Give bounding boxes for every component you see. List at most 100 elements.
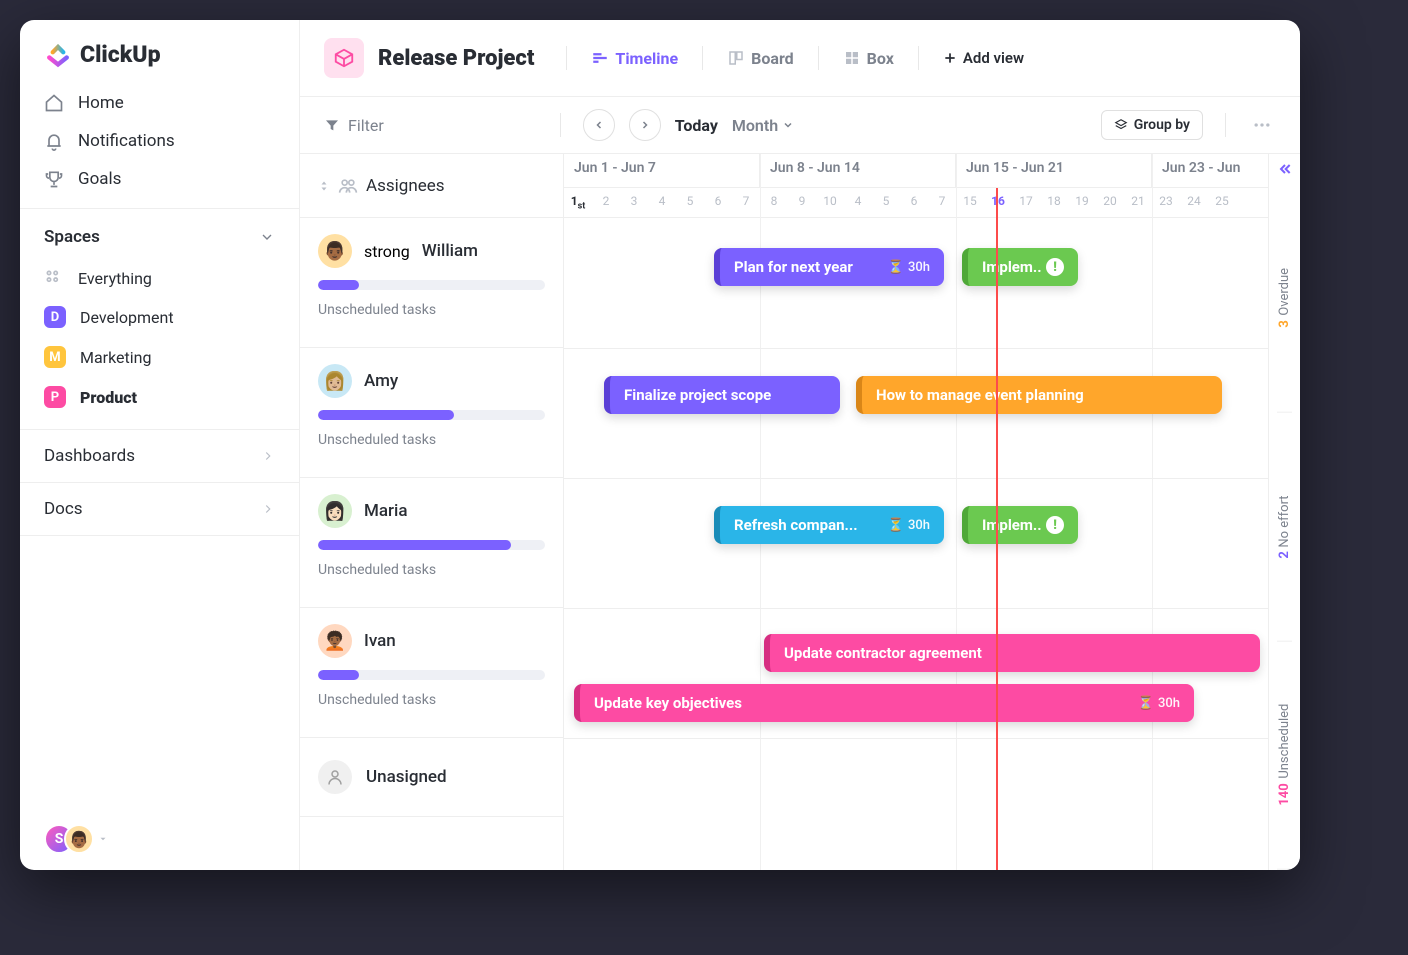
- unscheduled-link[interactable]: Unscheduled tasks: [318, 692, 545, 708]
- chevron-left-icon: [593, 119, 605, 131]
- today-button[interactable]: Today: [675, 116, 718, 135]
- task-bar[interactable]: Refresh compan... ⏳30h: [714, 506, 944, 544]
- sidebar-item-everything[interactable]: Everything: [20, 259, 299, 297]
- board-icon: [727, 49, 745, 67]
- unassigned-label: Unasigned: [366, 767, 447, 787]
- task-bar[interactable]: Implem.. !: [962, 506, 1078, 544]
- collapse-rail-button[interactable]: [1277, 154, 1293, 184]
- task-bar[interactable]: Update contractor agreement: [764, 634, 1260, 672]
- timeline-grid[interactable]: Jun 1 - Jun 7 Jun 8 - Jun 14 Jun 15 - Ju…: [564, 154, 1300, 870]
- sidebar-item-product[interactable]: P Product: [20, 377, 299, 417]
- day-cell: 8: [760, 188, 788, 217]
- sidebar-item-marketing[interactable]: M Marketing: [20, 337, 299, 377]
- chevron-down-icon: [259, 229, 275, 245]
- home-icon: [44, 93, 64, 113]
- task-bar[interactable]: Finalize project scope: [604, 376, 840, 414]
- ellipsis-icon: [1252, 115, 1272, 135]
- nav-goals-label: Goals: [78, 169, 121, 189]
- task-bar[interactable]: Implem.. !: [962, 248, 1078, 286]
- logo[interactable]: ClickUp: [20, 20, 299, 84]
- right-rail: 3 Overdue 2 No effort 140 Unscheduled: [1268, 154, 1300, 870]
- rail-overdue[interactable]: 3 Overdue: [1277, 184, 1292, 413]
- groupby-button[interactable]: Group by: [1101, 110, 1203, 140]
- task-bar[interactable]: How to manage event planning: [856, 376, 1222, 414]
- task-title: Update key objectives: [594, 694, 742, 712]
- filter-icon: [324, 117, 340, 133]
- assignee-name: Maria: [364, 501, 408, 521]
- assignees-column: Assignees 👨🏾 strongWilliam Unscheduled t…: [300, 154, 564, 870]
- view-box[interactable]: Box: [835, 49, 902, 68]
- next-button[interactable]: [629, 109, 661, 141]
- unscheduled-link[interactable]: Unscheduled tasks: [318, 302, 545, 318]
- assignee-row-maria[interactable]: 👩🏻 Maria Unscheduled tasks: [300, 478, 563, 608]
- everything-icon: [44, 268, 64, 288]
- space-badge-d: D: [44, 306, 66, 328]
- prev-button[interactable]: [583, 109, 615, 141]
- timeline-icon: [591, 49, 609, 67]
- month-selector[interactable]: Month: [732, 116, 794, 135]
- month-label: Month: [732, 116, 778, 135]
- box-icon: [843, 49, 861, 67]
- sidebar-item-dashboards[interactable]: Dashboards: [20, 430, 299, 483]
- sidebar-item-development[interactable]: D Development: [20, 297, 299, 337]
- unscheduled-link[interactable]: Unscheduled tasks: [318, 432, 545, 448]
- avatar: 👨🏾: [318, 234, 352, 268]
- day-cell: 10: [816, 188, 844, 217]
- project-icon[interactable]: [324, 38, 364, 78]
- toolbar: Filter Today Month Group by: [300, 97, 1300, 154]
- separator: [566, 46, 567, 70]
- rail-noeffort[interactable]: 2 No effort: [1277, 413, 1292, 642]
- noeffort-count: 2: [1277, 551, 1292, 558]
- project-title: Release Project: [378, 46, 534, 71]
- day-cell: 23: [1152, 188, 1180, 217]
- nav-goals[interactable]: Goals: [20, 160, 299, 198]
- assignee-row-william[interactable]: 👨🏾 strongWilliam Unscheduled tasks: [300, 218, 563, 348]
- sidebar-footer: S 👨🏾: [20, 808, 299, 870]
- more-button[interactable]: [1248, 111, 1276, 139]
- view-board-label: Board: [751, 49, 794, 68]
- user-avatars[interactable]: S 👨🏾: [44, 824, 94, 854]
- day-cell: 5: [872, 188, 900, 217]
- avatar: 👩🏼: [318, 364, 352, 398]
- filter-button[interactable]: Filter: [324, 116, 384, 135]
- add-view-button[interactable]: Add view: [935, 49, 1032, 67]
- app-window: ClickUp Home Notifications Goals Spaces …: [20, 20, 1300, 870]
- space-label-product: Product: [80, 388, 137, 407]
- separator: [818, 46, 819, 70]
- spaces-label: Spaces: [44, 227, 100, 247]
- task-title: Refresh compan...: [734, 516, 858, 534]
- rail-unscheduled[interactable]: 140 Unscheduled: [1277, 641, 1292, 870]
- task-bar[interactable]: Plan for next year ⏳30h: [714, 248, 944, 286]
- avatar: 👩🏻: [318, 494, 352, 528]
- view-timeline[interactable]: Timeline: [583, 49, 686, 68]
- task-title: Plan for next year: [734, 258, 853, 276]
- assignee-row-ivan[interactable]: 🧑🏾‍🦱 Ivan Unscheduled tasks: [300, 608, 563, 738]
- day-cell: 6: [704, 188, 732, 217]
- plus-icon: [943, 51, 957, 65]
- assignees-header[interactable]: Assignees: [300, 154, 563, 218]
- chevron-right-icon: [639, 119, 651, 131]
- filter-label: Filter: [348, 116, 384, 135]
- double-chevron-left-icon: [1277, 161, 1293, 177]
- unscheduled-link[interactable]: Unscheduled tasks: [318, 562, 545, 578]
- caret-down-icon[interactable]: [98, 834, 108, 844]
- day-cell: 4: [648, 188, 676, 217]
- task-title: Update contractor agreement: [784, 644, 982, 662]
- groupby-label: Group by: [1134, 117, 1190, 133]
- day-cell: 18: [1040, 188, 1068, 217]
- nav-home[interactable]: Home: [20, 84, 299, 122]
- nav-notifications[interactable]: Notifications: [20, 122, 299, 160]
- task-bar[interactable]: Update key objectives ⏳30h: [574, 684, 1194, 722]
- week-label: Jun 15 - Jun 21: [956, 154, 1152, 187]
- view-board[interactable]: Board: [719, 49, 802, 68]
- sidebar-item-docs[interactable]: Docs: [20, 483, 299, 536]
- sidebar: ClickUp Home Notifications Goals Spaces …: [20, 20, 300, 870]
- bell-icon: [44, 131, 64, 151]
- assignee-row-unassigned[interactable]: Unasigned: [300, 738, 563, 817]
- task-hours: ⏳30h: [888, 260, 930, 275]
- day-cell: 17: [1012, 188, 1040, 217]
- assignee-row-amy[interactable]: 👩🏼 Amy Unscheduled tasks: [300, 348, 563, 478]
- progress-bar: [318, 670, 545, 680]
- spaces-header[interactable]: Spaces: [20, 209, 299, 259]
- day-cell: 20: [1096, 188, 1124, 217]
